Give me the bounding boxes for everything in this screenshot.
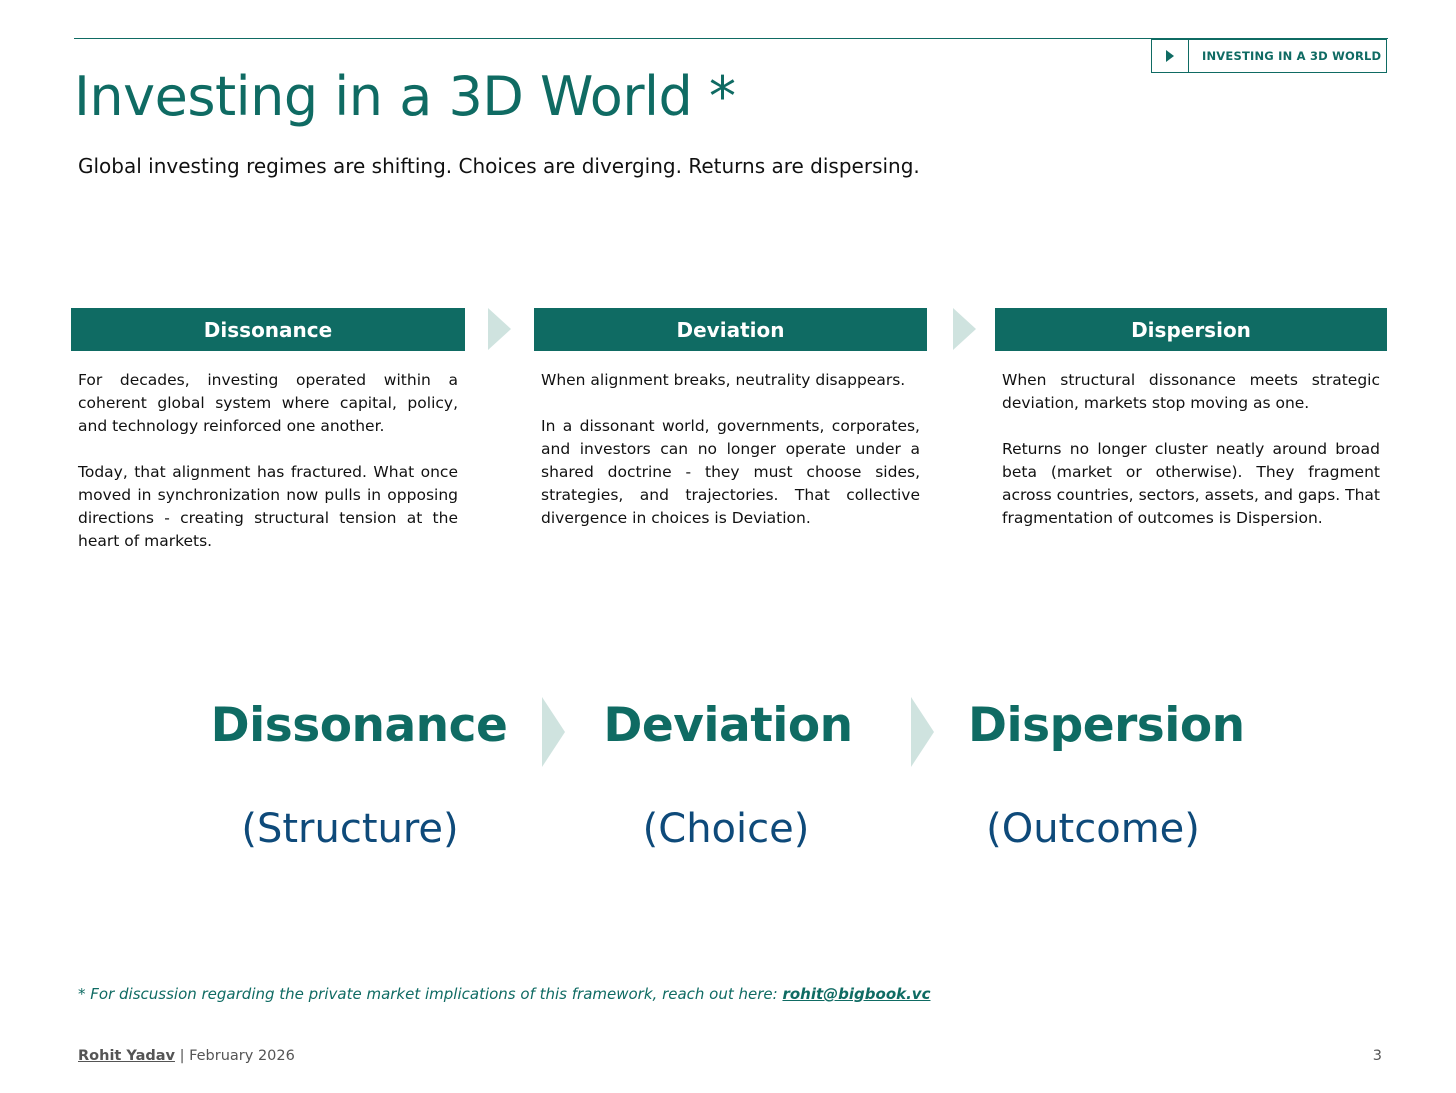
- column-dissonance: Dissonance For decades, investing operat…: [71, 308, 465, 576]
- column-dispersion: Dispersion When structural dissonance me…: [995, 308, 1387, 553]
- footnote-email-link[interactable]: rohit@bigbook.vc: [782, 985, 930, 1003]
- column-body: For decades, investing operated within a…: [71, 351, 465, 553]
- play-triangle-icon: [1166, 50, 1174, 62]
- chevron-right-icon: [542, 697, 565, 767]
- column-deviation: Deviation When alignment breaks, neutral…: [534, 308, 927, 553]
- column-paragraph: In a dissonant world, governments, corpo…: [541, 417, 920, 527]
- section-tag-icon-box: [1152, 40, 1189, 72]
- footnote-text: * For discussion regarding the private m…: [78, 985, 783, 1003]
- chevron-right-icon: [953, 308, 976, 350]
- section-tag: INVESTING IN A 3D WORLD: [1151, 39, 1387, 73]
- framework-label-outcome: (Outcome): [986, 806, 1200, 852]
- page-subtitle: Global investing regimes are shifting. C…: [78, 154, 920, 178]
- column-paragraph: For decades, investing operated within a…: [78, 371, 458, 435]
- column-paragraph: When structural dissonance meets strateg…: [1002, 371, 1380, 412]
- column-body: When alignment breaks, neutrality disapp…: [534, 351, 927, 530]
- footer-author: Rohit Yadav: [78, 1048, 175, 1064]
- footer-date: February 2026: [189, 1048, 295, 1064]
- framework-word-deviation: Deviation: [603, 698, 853, 753]
- footer-separator: |: [174, 1048, 190, 1064]
- page-number: 3: [1372, 1048, 1382, 1064]
- framework-label-structure: (Structure): [241, 806, 459, 852]
- framework-label-choice: (Choice): [642, 806, 810, 852]
- section-tag-label: INVESTING IN A 3D WORLD: [1202, 49, 1382, 63]
- column-paragraph: Today, that alignment has fractured. Wha…: [78, 463, 458, 550]
- page-title: Investing in a 3D World *: [74, 65, 736, 128]
- column-paragraph: When alignment breaks, neutrality disapp…: [541, 371, 906, 389]
- column-body: When structural dissonance meets strateg…: [995, 351, 1387, 530]
- column-paragraph: Returns no longer cluster neatly around …: [1002, 440, 1380, 527]
- column-heading: Dissonance: [71, 308, 465, 351]
- chevron-right-icon: [911, 697, 934, 767]
- framework-word-dissonance: Dissonance: [210, 698, 508, 753]
- column-heading: Dispersion: [995, 308, 1387, 351]
- column-heading: Deviation: [534, 308, 927, 351]
- framework-word-dispersion: Dispersion: [968, 698, 1245, 753]
- footer-byline: Rohit Yadav | February 2026: [78, 1048, 295, 1064]
- chevron-right-icon: [488, 308, 511, 350]
- footnote: * For discussion regarding the private m…: [78, 985, 930, 1003]
